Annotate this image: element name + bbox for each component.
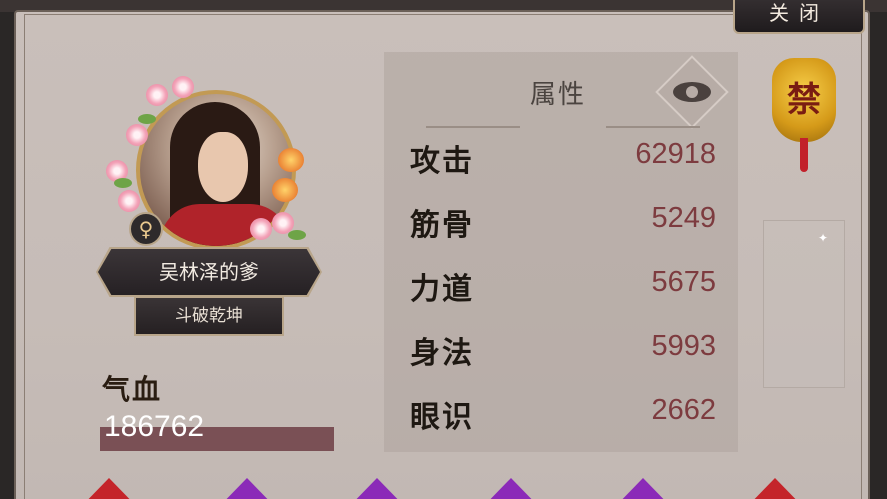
stat-value: 62918 (635, 138, 716, 170)
stat-row-agility: 身法 5993 (410, 328, 716, 372)
stats-title: 属性 (530, 80, 587, 110)
stat-value: 5675 (651, 266, 716, 298)
stat-value: 5249 (651, 202, 716, 234)
title-divider-right (606, 126, 700, 128)
character-title: 斗破乾坤 (134, 296, 284, 336)
leaf-decoration (138, 114, 156, 124)
stat-row-constitution: 筋骨 5249 (410, 200, 716, 244)
stat-row-insight: 眼识 2662 (410, 392, 716, 436)
ban-badge[interactable]: 禁 (772, 58, 836, 142)
close-button[interactable]: 关闭 (733, 0, 865, 34)
side-slot[interactable] (763, 220, 845, 388)
eye-icon-pupil (686, 86, 698, 98)
health-label: 气血 (102, 373, 163, 406)
leaf-decoration (288, 230, 306, 240)
flower-decoration (172, 76, 194, 98)
stat-row-strength: 力道 5675 (410, 264, 716, 308)
ban-badge-tassel (800, 138, 808, 172)
lantern-decoration (272, 178, 298, 202)
title-divider-left (426, 126, 520, 128)
sparkle-icon: ✦ (818, 231, 829, 245)
stat-name: 攻击 (410, 144, 474, 179)
female-gender-icon: ♀ (129, 212, 163, 246)
stat-value: 2662 (651, 394, 716, 426)
flower-decoration (126, 124, 148, 146)
stat-row-attack: 攻击 62918 (410, 136, 716, 180)
character-name: 吴林泽的爹 (98, 249, 320, 295)
health-value: 186762 (104, 410, 205, 443)
stat-name: 筋骨 (410, 208, 474, 243)
flower-decoration (250, 218, 272, 240)
leaf-decoration (114, 178, 132, 188)
stat-name: 力道 (410, 272, 474, 307)
portrait-face (198, 132, 248, 202)
stat-value: 5993 (651, 330, 716, 362)
flower-decoration (118, 190, 140, 212)
stat-name: 眼识 (410, 400, 474, 435)
stat-name: 身法 (410, 336, 474, 371)
lantern-decoration (278, 148, 304, 172)
flower-decoration (146, 84, 168, 106)
